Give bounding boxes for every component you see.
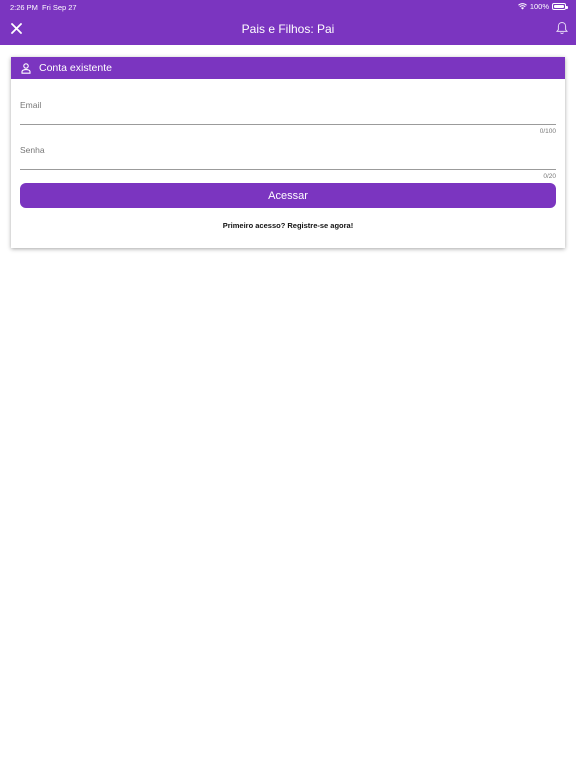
email-counter: 0/100 bbox=[539, 128, 556, 135]
email-input[interactable] bbox=[20, 111, 556, 123]
navigation-bar: Pais e Filhos: Pai bbox=[0, 14, 576, 45]
register-link[interactable]: Primeiro acesso? Registre-se agora! bbox=[11, 221, 565, 230]
password-input[interactable] bbox=[20, 156, 556, 168]
access-button[interactable]: Acessar bbox=[20, 183, 556, 208]
app-top-bar: 2:26 PM Fri Sep 27 100% Pais e Filhos: P… bbox=[0, 0, 576, 45]
status-date: Fri Sep 27 bbox=[42, 3, 77, 12]
status-time: 2:26 PM bbox=[10, 3, 38, 12]
status-bar: 2:26 PM Fri Sep 27 100% bbox=[0, 0, 576, 14]
card-header-title: Conta existente bbox=[39, 62, 112, 74]
email-label: Email bbox=[20, 100, 42, 110]
password-counter: 0/20 bbox=[543, 173, 556, 180]
card-header: Conta existente bbox=[11, 57, 565, 79]
login-card: Conta existente Email 0/100 Senha 0/20 A… bbox=[11, 57, 565, 248]
battery-icon bbox=[552, 3, 568, 10]
battery-percent: 100% bbox=[529, 2, 549, 11]
password-label: Senha bbox=[20, 145, 45, 155]
email-underline bbox=[20, 124, 556, 125]
bell-icon[interactable] bbox=[556, 21, 568, 35]
status-indicators: 100% bbox=[517, 2, 568, 11]
person-icon bbox=[21, 63, 31, 74]
wifi-icon bbox=[517, 3, 527, 10]
page-title: Pais e Filhos: Pai bbox=[241, 22, 335, 36]
password-underline bbox=[20, 169, 556, 170]
